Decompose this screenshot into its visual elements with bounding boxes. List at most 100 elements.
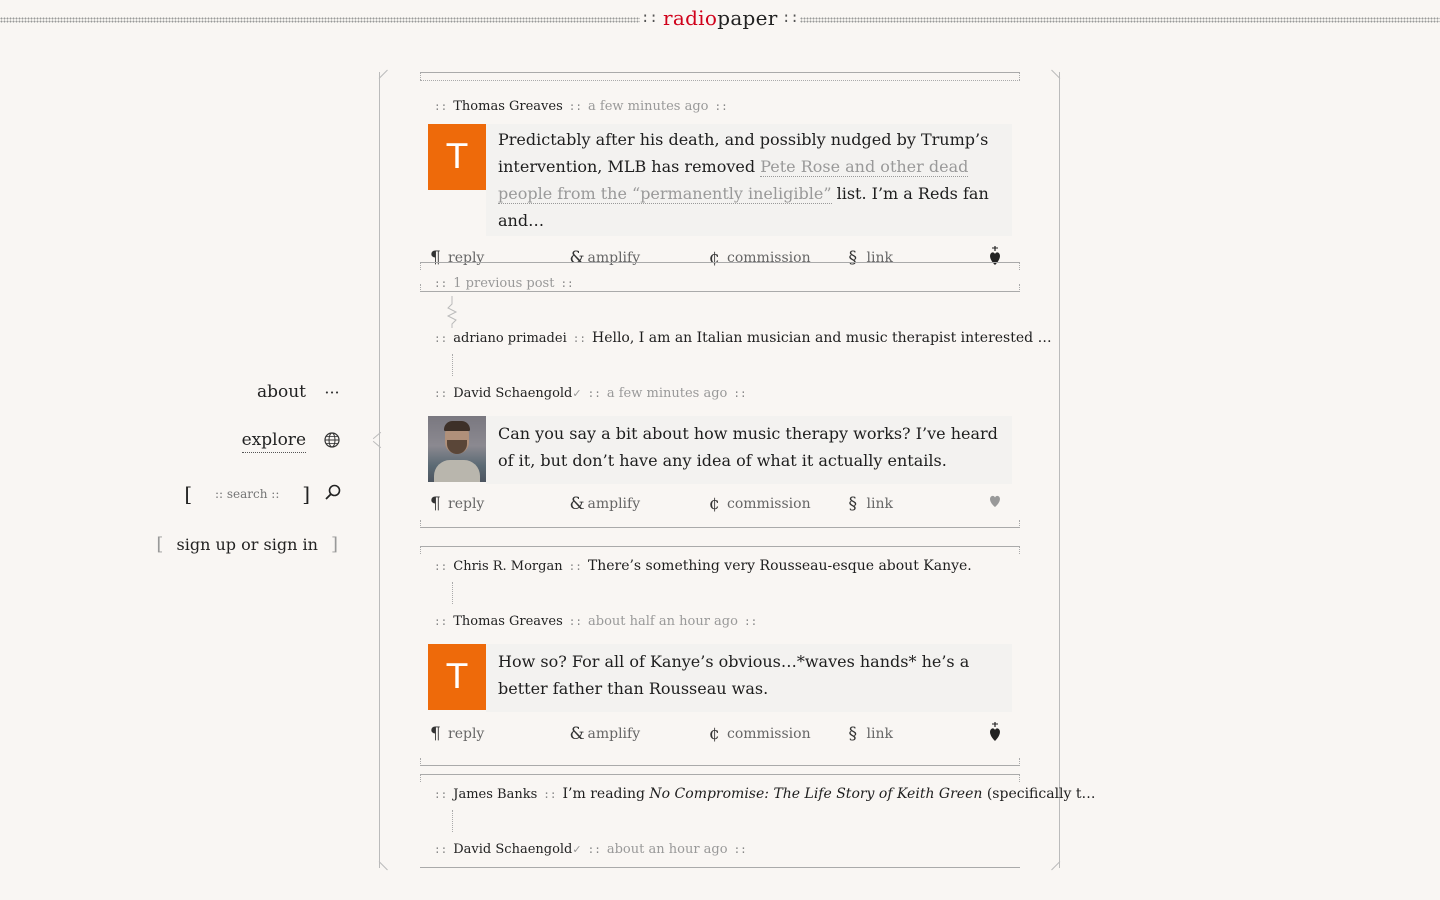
verified-check: ✓ <box>572 387 582 400</box>
cent-icon: ¢ <box>709 494 720 514</box>
header-separator-left: :: <box>641 10 658 26</box>
summary-text: Hello, I am an Italian musician and musi… <box>591 330 1052 346</box>
post-meta: :: David Schaengold✓:: a few minutes ago:: <box>434 386 747 401</box>
commission-button[interactable]: ¢ commission <box>709 494 849 514</box>
pilcrow-icon: ¶ <box>430 724 441 744</box>
frame-left <box>379 72 393 868</box>
book-title: No Compromise: The Life Story of Keith G… <box>649 786 983 802</box>
frame-right <box>1046 72 1060 868</box>
thread-card: :: 1 previous post:: :: adriano primadei::… <box>420 262 1052 528</box>
commission-button[interactable]: ¢ commission <box>709 722 849 746</box>
summary-text-part: I’m reading <box>562 786 650 802</box>
search-input[interactable] <box>192 487 303 501</box>
summary-author: James Banks <box>453 787 538 802</box>
pilcrow-icon: ¶ <box>430 494 441 514</box>
reply-button[interactable]: ¶ reply <box>430 722 570 746</box>
thread-card: :: Chris R. Morgan:: There’s something ver… <box>420 546 1020 766</box>
post-actions: ¶ reply & amplify ¢ commission § link <box>430 722 1020 746</box>
post-author[interactable]: Thomas Greaves <box>453 99 563 114</box>
post-author[interactable]: David Schaengold <box>453 386 572 401</box>
post-rule-dots <box>420 80 1020 81</box>
signup-link[interactable]: [ sign up or sign in ] <box>156 534 338 555</box>
post-time[interactable]: about half an hour ago <box>588 614 738 629</box>
ellipsis-icon: ··· <box>324 382 340 402</box>
ampersand-icon: & <box>569 724 585 744</box>
nav-explore-label: explore <box>241 430 306 453</box>
post-time[interactable]: about an hour ago <box>607 842 728 857</box>
post-text[interactable]: Can you say a bit about how music therap… <box>486 416 1012 484</box>
summary-author: adriano primadei <box>453 331 567 346</box>
top-bar: :: radiopaper :: <box>0 0 1440 40</box>
feed-bottom-rule <box>420 867 1020 868</box>
thread-line <box>452 354 453 376</box>
header-dots-right <box>800 17 1440 23</box>
thread-rule-top <box>420 774 1020 782</box>
previous-posts-link[interactable]: :: 1 previous post:: <box>420 276 1020 291</box>
link-button[interactable]: § link <box>849 494 989 514</box>
search-bracket-left: [ <box>184 482 193 506</box>
header-separator-right: :: <box>782 10 799 26</box>
brand-dark: paper <box>717 6 778 30</box>
post-time[interactable]: a few minutes ago <box>588 99 709 114</box>
post-text[interactable]: How so? For all of Kanye’s obvious…*wave… <box>486 644 1012 712</box>
post-time[interactable]: a few minutes ago <box>607 386 728 401</box>
post-author[interactable]: Thomas Greaves <box>453 614 563 629</box>
commission-label: commission <box>727 496 811 512</box>
reply-button[interactable]: ¶ reply <box>430 494 570 514</box>
nav-about-label: about <box>256 382 306 402</box>
amplify-button[interactable]: & amplify <box>570 722 710 746</box>
frame-notch <box>370 432 382 448</box>
amplify-label: amplify <box>587 496 641 512</box>
avatar[interactable]: T <box>428 644 486 710</box>
post-meta: :: Thomas Greaves:: about half an hour ago… <box>434 614 758 629</box>
thread-rule-top <box>420 546 1020 554</box>
post-author[interactable]: David Schaengold <box>453 842 572 857</box>
section-icon: § <box>848 494 858 514</box>
section-icon: § <box>848 724 858 744</box>
post-body: T How so? For all of Kanye’s obvious…*wa… <box>428 644 1020 712</box>
post-meta: :: Thomas Greaves:: a few minutes ago:: <box>434 99 728 114</box>
post-rule-top <box>420 72 1020 80</box>
search-row: [ ] <box>184 482 342 506</box>
post-card: :: Thomas Greaves:: a few minutes ago:: T … <box>420 72 1020 292</box>
thread-line <box>452 582 453 604</box>
post-body: Can you say a bit about how music therap… <box>428 416 1020 484</box>
globe-icon <box>322 431 342 452</box>
post-text[interactable]: Predictably after his death, and possibl… <box>486 124 1012 236</box>
post-rule-bottom <box>420 520 1020 528</box>
commission-label: commission <box>727 726 811 742</box>
header-dots-left <box>0 17 640 23</box>
reply-summary[interactable]: :: adriano primadei:: Hello, I am an Itali… <box>428 330 1052 346</box>
brand-logo[interactable]: radiopaper <box>663 6 778 30</box>
post-body: T Predictably after his death, and possi… <box>420 124 1020 236</box>
nav-explore[interactable]: explore <box>241 430 342 453</box>
thread-zigzag <box>446 296 458 328</box>
verified-check: ✓ <box>572 843 582 856</box>
amplify-label: amplify <box>587 726 641 742</box>
heart-icon[interactable] <box>988 722 1002 746</box>
cent-icon: ¢ <box>709 724 720 744</box>
link-label: link <box>866 496 893 512</box>
summary-text-part: (specifically t… <box>982 786 1096 802</box>
ampersand-icon: & <box>569 494 585 514</box>
reply-summary[interactable]: :: Chris R. Morgan:: There’s something ver… <box>428 558 972 574</box>
post-rule-bottom <box>420 758 1020 766</box>
nav-about[interactable]: about ··· <box>257 382 342 402</box>
magnifier-icon[interactable] <box>324 483 342 505</box>
summary-author: Chris R. Morgan <box>453 559 563 574</box>
thread-line <box>452 810 453 832</box>
signup-bracket-right: ] <box>330 534 338 555</box>
search-bracket-right: ] <box>302 482 310 506</box>
reply-summary[interactable]: :: James Banks:: I’m reading No Compromise… <box>428 786 1096 802</box>
summary-text: There’s something very Rousseau-esque ab… <box>587 558 972 574</box>
heart-icon[interactable] <box>988 494 1002 514</box>
link-button[interactable]: § link <box>849 722 989 746</box>
reply-label: reply <box>448 726 485 742</box>
link-label: link <box>866 726 893 742</box>
previous-posts-label: 1 previous post <box>453 276 555 291</box>
amplify-button[interactable]: & amplify <box>570 494 710 514</box>
signup-label: sign up or sign in <box>176 535 318 554</box>
reply-label: reply <box>448 496 485 512</box>
avatar[interactable] <box>428 416 486 482</box>
avatar[interactable]: T <box>428 124 486 190</box>
